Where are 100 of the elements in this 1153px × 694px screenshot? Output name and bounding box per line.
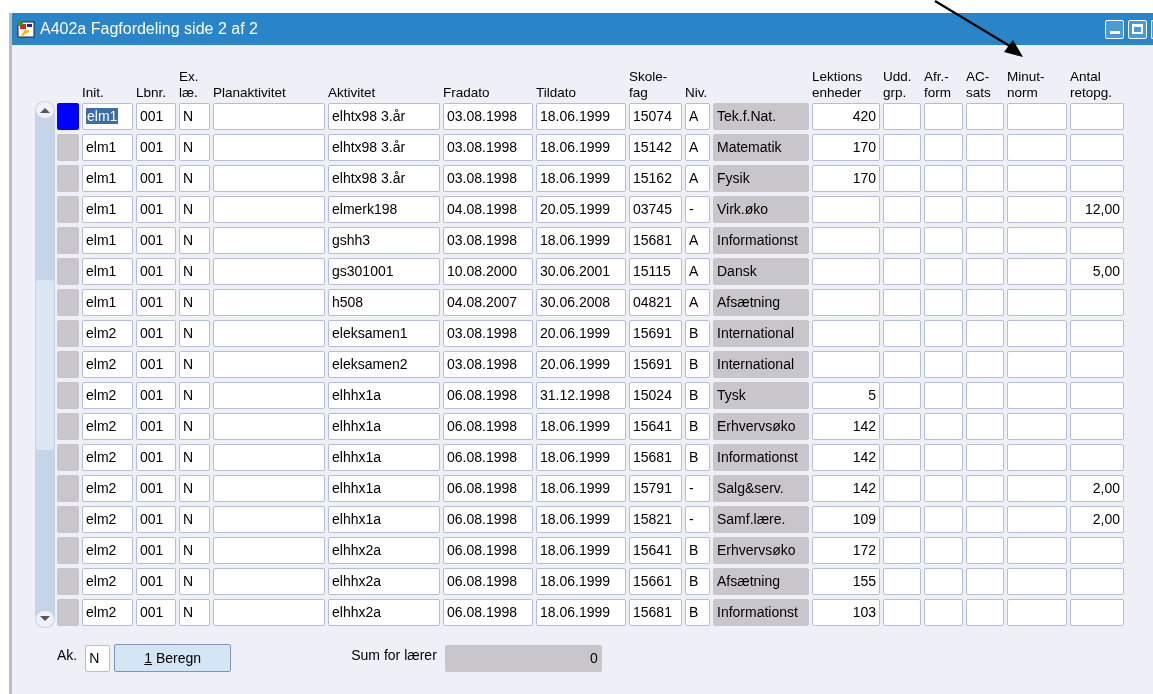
minute-norm-field[interactable] <box>1007 134 1067 161</box>
activity-field[interactable]: elhhx1a <box>328 506 440 533</box>
record-indicator[interactable] <box>57 382 79 409</box>
init-field[interactable]: elm2 <box>82 537 133 564</box>
ac-field[interactable] <box>966 568 1004 595</box>
scrollbar[interactable] <box>35 101 55 628</box>
lessons-field[interactable] <box>812 351 880 378</box>
afr-field[interactable] <box>924 506 963 533</box>
scroll-up-icon[interactable] <box>35 101 55 119</box>
ex-field[interactable]: N <box>179 227 210 254</box>
from-date-field[interactable]: 03.08.1998 <box>443 351 533 378</box>
lessons-field[interactable]: 103 <box>812 599 880 626</box>
record-indicator[interactable] <box>57 537 79 564</box>
lbnr-field[interactable]: 001 <box>136 351 176 378</box>
lessons-field[interactable] <box>812 196 880 223</box>
level-field[interactable]: B <box>685 320 710 347</box>
from-date-field[interactable]: 04.08.1998 <box>443 196 533 223</box>
udd-field[interactable] <box>883 196 921 223</box>
afr-field[interactable] <box>924 320 963 347</box>
to-date-field[interactable]: 18.06.1999 <box>536 165 626 192</box>
udd-field[interactable] <box>883 165 921 192</box>
lessons-field[interactable]: 5 <box>812 382 880 409</box>
ac-field[interactable] <box>966 258 1004 285</box>
init-field[interactable]: elm1 <box>82 258 133 285</box>
afr-field[interactable] <box>924 227 963 254</box>
ac-field[interactable] <box>966 103 1004 130</box>
count-field[interactable]: 2,00 <box>1070 475 1124 502</box>
afr-field[interactable] <box>924 444 963 471</box>
lessons-field[interactable]: 142 <box>812 475 880 502</box>
udd-field[interactable] <box>883 227 921 254</box>
ac-field[interactable] <box>966 444 1004 471</box>
lessons-field[interactable] <box>812 289 880 316</box>
lessons-field[interactable]: 155 <box>812 568 880 595</box>
from-date-field[interactable]: 03.08.1998 <box>443 320 533 347</box>
activity-field[interactable]: elhhx2a <box>328 537 440 564</box>
activity-field[interactable]: eleksamen1 <box>328 320 440 347</box>
to-date-field[interactable]: 18.06.1999 <box>536 413 626 440</box>
level-field[interactable]: A <box>685 134 710 161</box>
from-date-field[interactable]: 03.08.1998 <box>443 165 533 192</box>
minute-norm-field[interactable] <box>1007 227 1067 254</box>
subject-code-field[interactable]: 15691 <box>629 320 682 347</box>
ex-field[interactable]: N <box>179 537 210 564</box>
lbnr-field[interactable]: 001 <box>136 537 176 564</box>
ex-field[interactable]: N <box>179 506 210 533</box>
ex-field[interactable]: N <box>179 568 210 595</box>
to-date-field[interactable]: 18.06.1999 <box>536 568 626 595</box>
udd-field[interactable] <box>883 506 921 533</box>
to-date-field[interactable]: 18.06.1999 <box>536 227 626 254</box>
activity-field[interactable]: elhtx98 3.år <box>328 103 440 130</box>
plan-field[interactable] <box>213 227 325 254</box>
level-field[interactable]: B <box>685 537 710 564</box>
init-field[interactable]: elm2 <box>82 382 133 409</box>
lessons-field[interactable]: 170 <box>812 165 880 192</box>
ex-field[interactable]: N <box>179 103 210 130</box>
level-field[interactable]: B <box>685 413 710 440</box>
ex-field[interactable]: N <box>179 320 210 347</box>
subject-code-field[interactable]: 15024 <box>629 382 682 409</box>
level-field[interactable]: B <box>685 351 710 378</box>
record-indicator[interactable] <box>57 165 79 192</box>
level-field[interactable]: A <box>685 227 710 254</box>
lessons-field[interactable]: 170 <box>812 134 880 161</box>
afr-field[interactable] <box>924 289 963 316</box>
subject-code-field[interactable]: 15681 <box>629 444 682 471</box>
subject-code-field[interactable]: 15115 <box>629 258 682 285</box>
level-field[interactable]: - <box>685 196 710 223</box>
from-date-field[interactable]: 06.08.1998 <box>443 444 533 471</box>
plan-field[interactable] <box>213 320 325 347</box>
to-date-field[interactable]: 20.05.1999 <box>536 196 626 223</box>
ac-field[interactable] <box>966 599 1004 626</box>
count-field[interactable] <box>1070 134 1124 161</box>
plan-field[interactable] <box>213 506 325 533</box>
ex-field[interactable]: N <box>179 599 210 626</box>
level-field[interactable]: A <box>685 165 710 192</box>
level-field[interactable]: B <box>685 444 710 471</box>
subject-code-field[interactable]: 15162 <box>629 165 682 192</box>
minute-norm-field[interactable] <box>1007 165 1067 192</box>
udd-field[interactable] <box>883 382 921 409</box>
to-date-field[interactable]: 18.06.1999 <box>536 103 626 130</box>
maximize-button[interactable] <box>1128 19 1147 39</box>
plan-field[interactable] <box>213 165 325 192</box>
ac-field[interactable] <box>966 165 1004 192</box>
init-field[interactable]: elm2 <box>82 506 133 533</box>
lbnr-field[interactable]: 001 <box>136 196 176 223</box>
ex-field[interactable]: N <box>179 382 210 409</box>
udd-field[interactable] <box>883 444 921 471</box>
lbnr-field[interactable]: 001 <box>136 289 176 316</box>
count-field[interactable] <box>1070 444 1124 471</box>
plan-field[interactable] <box>213 382 325 409</box>
lbnr-field[interactable]: 001 <box>136 103 176 130</box>
minute-norm-field[interactable] <box>1007 103 1067 130</box>
lessons-field[interactable]: 142 <box>812 413 880 440</box>
activity-field[interactable]: elhhx1a <box>328 444 440 471</box>
init-field[interactable]: elm2 <box>82 568 133 595</box>
level-field[interactable]: A <box>685 258 710 285</box>
udd-field[interactable] <box>883 258 921 285</box>
ak-field[interactable]: N <box>85 644 111 672</box>
afr-field[interactable] <box>924 599 963 626</box>
ac-field[interactable] <box>966 506 1004 533</box>
init-field[interactable]: elm2 <box>82 351 133 378</box>
record-indicator[interactable] <box>57 444 79 471</box>
